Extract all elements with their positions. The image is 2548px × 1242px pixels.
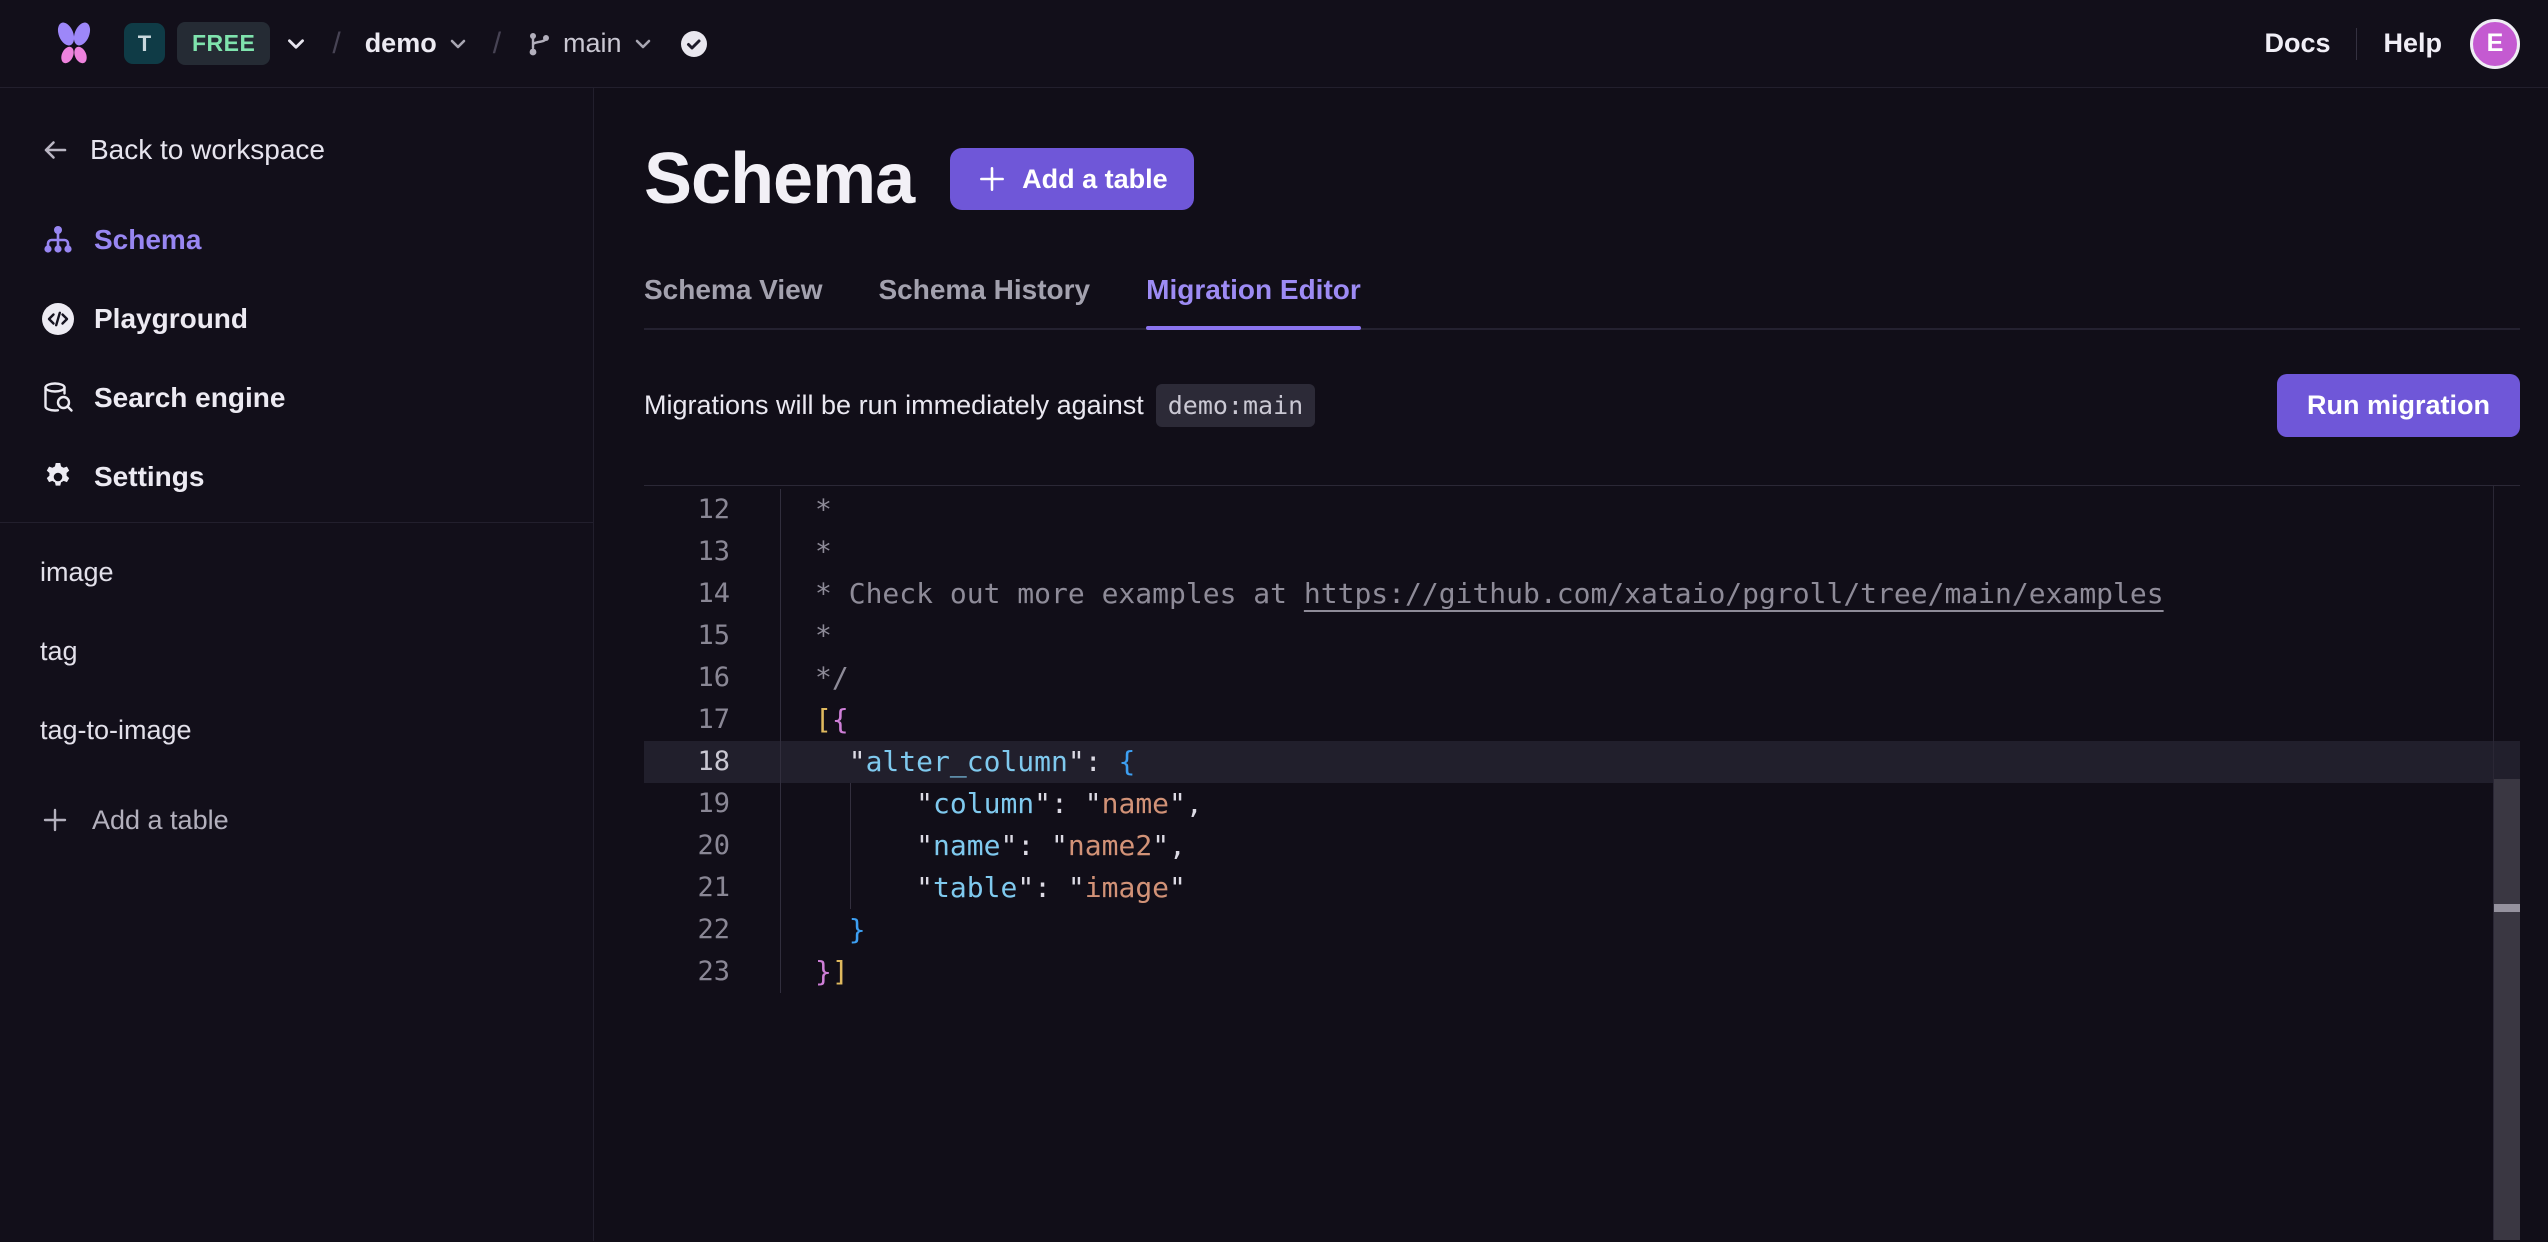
code-line-17[interactable]: 17[{ bbox=[644, 699, 2520, 741]
add-table-button[interactable]: Add a table bbox=[950, 148, 1194, 210]
line-number: 20 bbox=[644, 825, 781, 867]
sidebar-item-settings[interactable]: Settings bbox=[0, 437, 593, 516]
line-number: 21 bbox=[644, 867, 781, 909]
line-number: 16 bbox=[644, 657, 781, 699]
code-line-20[interactable]: 20 "name": "name2", bbox=[644, 825, 2520, 867]
sidebar-table-tag-to-image[interactable]: tag-to-image bbox=[0, 691, 593, 770]
code-line-content: [{ bbox=[781, 699, 849, 741]
indent-guide bbox=[850, 783, 851, 909]
code-line-content: * bbox=[781, 531, 832, 573]
sidebar-table-tag[interactable]: tag bbox=[0, 612, 593, 691]
migration-code-editor[interactable]: 12*13*14* Check out more examples at htt… bbox=[644, 485, 2520, 1240]
back-to-workspace-label: Back to workspace bbox=[90, 134, 325, 166]
database-name: demo bbox=[365, 28, 437, 59]
search-engine-icon bbox=[40, 381, 76, 415]
breadcrumb-separator: / bbox=[332, 27, 340, 61]
tab-schema-history[interactable]: Schema History bbox=[878, 276, 1090, 328]
line-number: 14 bbox=[644, 573, 781, 615]
sidebar-add-table-button[interactable]: Add a table bbox=[0, 790, 593, 850]
code-rows: 12*13*14* Check out more examples at htt… bbox=[644, 486, 2520, 993]
database-selector[interactable]: demo bbox=[365, 28, 469, 59]
scrollbar-thumb[interactable] bbox=[2494, 779, 2520, 1240]
code-line-15[interactable]: 15* bbox=[644, 615, 2520, 657]
code-line-content: * bbox=[781, 615, 832, 657]
run-migration-button[interactable]: Run migration bbox=[2277, 374, 2520, 437]
sidebar-item-label: Schema bbox=[94, 224, 201, 256]
code-line-content: * bbox=[781, 489, 832, 531]
arrow-left-icon bbox=[40, 135, 70, 165]
code-line-19[interactable]: 19 "column": "name", bbox=[644, 783, 2520, 825]
status-check-icon bbox=[680, 30, 708, 58]
plan-badge: FREE bbox=[177, 22, 270, 65]
code-line-23[interactable]: 23}] bbox=[644, 951, 2520, 993]
migration-info-text: Migrations will be run immediately again… bbox=[644, 390, 1144, 421]
add-table-label: Add a table bbox=[92, 805, 229, 836]
plus-icon bbox=[40, 805, 70, 835]
sidebar-divider bbox=[0, 522, 593, 523]
line-number: 13 bbox=[644, 531, 781, 573]
back-to-workspace-link[interactable]: Back to workspace bbox=[0, 124, 593, 176]
sidebar-item-schema[interactable]: Schema bbox=[0, 200, 593, 279]
schema-icon bbox=[40, 224, 76, 256]
code-line-content: "column": "name", bbox=[781, 783, 1203, 825]
line-number: 19 bbox=[644, 783, 781, 825]
code-line-content: * Check out more examples at https://git… bbox=[781, 573, 2164, 615]
code-line-content: "name": "name2", bbox=[781, 825, 1186, 867]
code-line-18[interactable]: 18 "alter_column": { bbox=[644, 741, 2520, 783]
code-line-21[interactable]: 21 "table": "image" bbox=[644, 867, 2520, 909]
docs-link[interactable]: Docs bbox=[2264, 28, 2330, 59]
scrollbar-cursor-marker bbox=[2494, 904, 2520, 912]
tab-bar: Schema View Schema History Migration Edito… bbox=[644, 276, 2520, 330]
tab-migration-editor[interactable]: Migration Editor bbox=[1146, 276, 1361, 328]
code-line-content: */ bbox=[781, 657, 849, 699]
line-number: 23 bbox=[644, 951, 781, 993]
line-number: 17 bbox=[644, 699, 781, 741]
breadcrumb-separator: / bbox=[493, 27, 501, 61]
add-table-button-label: Add a table bbox=[1022, 164, 1168, 195]
code-line-14[interactable]: 14* Check out more examples at https://g… bbox=[644, 573, 2520, 615]
line-number: 15 bbox=[644, 615, 781, 657]
xata-logo[interactable] bbox=[56, 21, 92, 67]
code-line-content: "alter_column": { bbox=[781, 741, 1135, 783]
plus-icon bbox=[976, 163, 1008, 195]
branch-chevron-down-icon bbox=[632, 33, 654, 55]
workspace-chevron-down-icon[interactable] bbox=[284, 32, 308, 56]
playground-icon bbox=[40, 302, 76, 336]
sidebar-item-playground[interactable]: Playground bbox=[0, 279, 593, 358]
sidebar-item-label: Search engine bbox=[94, 382, 285, 414]
workspace-badge[interactable]: T bbox=[124, 23, 165, 64]
code-line-13[interactable]: 13* bbox=[644, 531, 2520, 573]
line-number: 18 bbox=[644, 741, 781, 783]
code-line-16[interactable]: 16*/ bbox=[644, 657, 2520, 699]
help-link[interactable]: Help bbox=[2383, 28, 2442, 59]
target-branch-chip: demo:main bbox=[1156, 384, 1315, 427]
branch-selector[interactable]: main bbox=[525, 28, 654, 59]
sidebar-nav: Schema Playground Search engine Settings bbox=[0, 200, 593, 516]
sidebar: Back to workspace Schema Playground Search… bbox=[0, 88, 594, 1241]
sidebar-table-list: imagetagtag-to-image bbox=[0, 533, 593, 770]
code-line-content: }] bbox=[781, 951, 849, 993]
line-number: 12 bbox=[644, 489, 781, 531]
user-avatar[interactable]: E bbox=[2470, 19, 2520, 69]
nav-divider bbox=[2356, 28, 2357, 60]
main-content: Schema Add a table Schema View Schema His… bbox=[594, 88, 2548, 1241]
tab-schema-view[interactable]: Schema View bbox=[644, 276, 822, 328]
sidebar-item-label: Playground bbox=[94, 303, 248, 335]
database-chevron-down-icon bbox=[447, 33, 469, 55]
line-number: 22 bbox=[644, 909, 781, 951]
page-title: Schema bbox=[644, 138, 914, 220]
code-line-content: } bbox=[781, 909, 866, 951]
settings-icon bbox=[40, 461, 76, 493]
sidebar-item-search-engine[interactable]: Search engine bbox=[0, 358, 593, 437]
code-line-content: "table": "image" bbox=[781, 867, 1186, 909]
code-line-22[interactable]: 22 } bbox=[644, 909, 2520, 951]
sidebar-table-image[interactable]: image bbox=[0, 533, 593, 612]
migration-infobar: Migrations will be run immediately again… bbox=[644, 374, 2520, 437]
branch-name: main bbox=[563, 28, 622, 59]
sidebar-item-label: Settings bbox=[94, 461, 204, 493]
top-navbar: T FREE / demo / main bbox=[0, 0, 2548, 88]
code-line-12[interactable]: 12* bbox=[644, 489, 2520, 531]
git-branch-icon bbox=[525, 30, 553, 58]
editor-scrollbar[interactable] bbox=[2493, 486, 2520, 1240]
